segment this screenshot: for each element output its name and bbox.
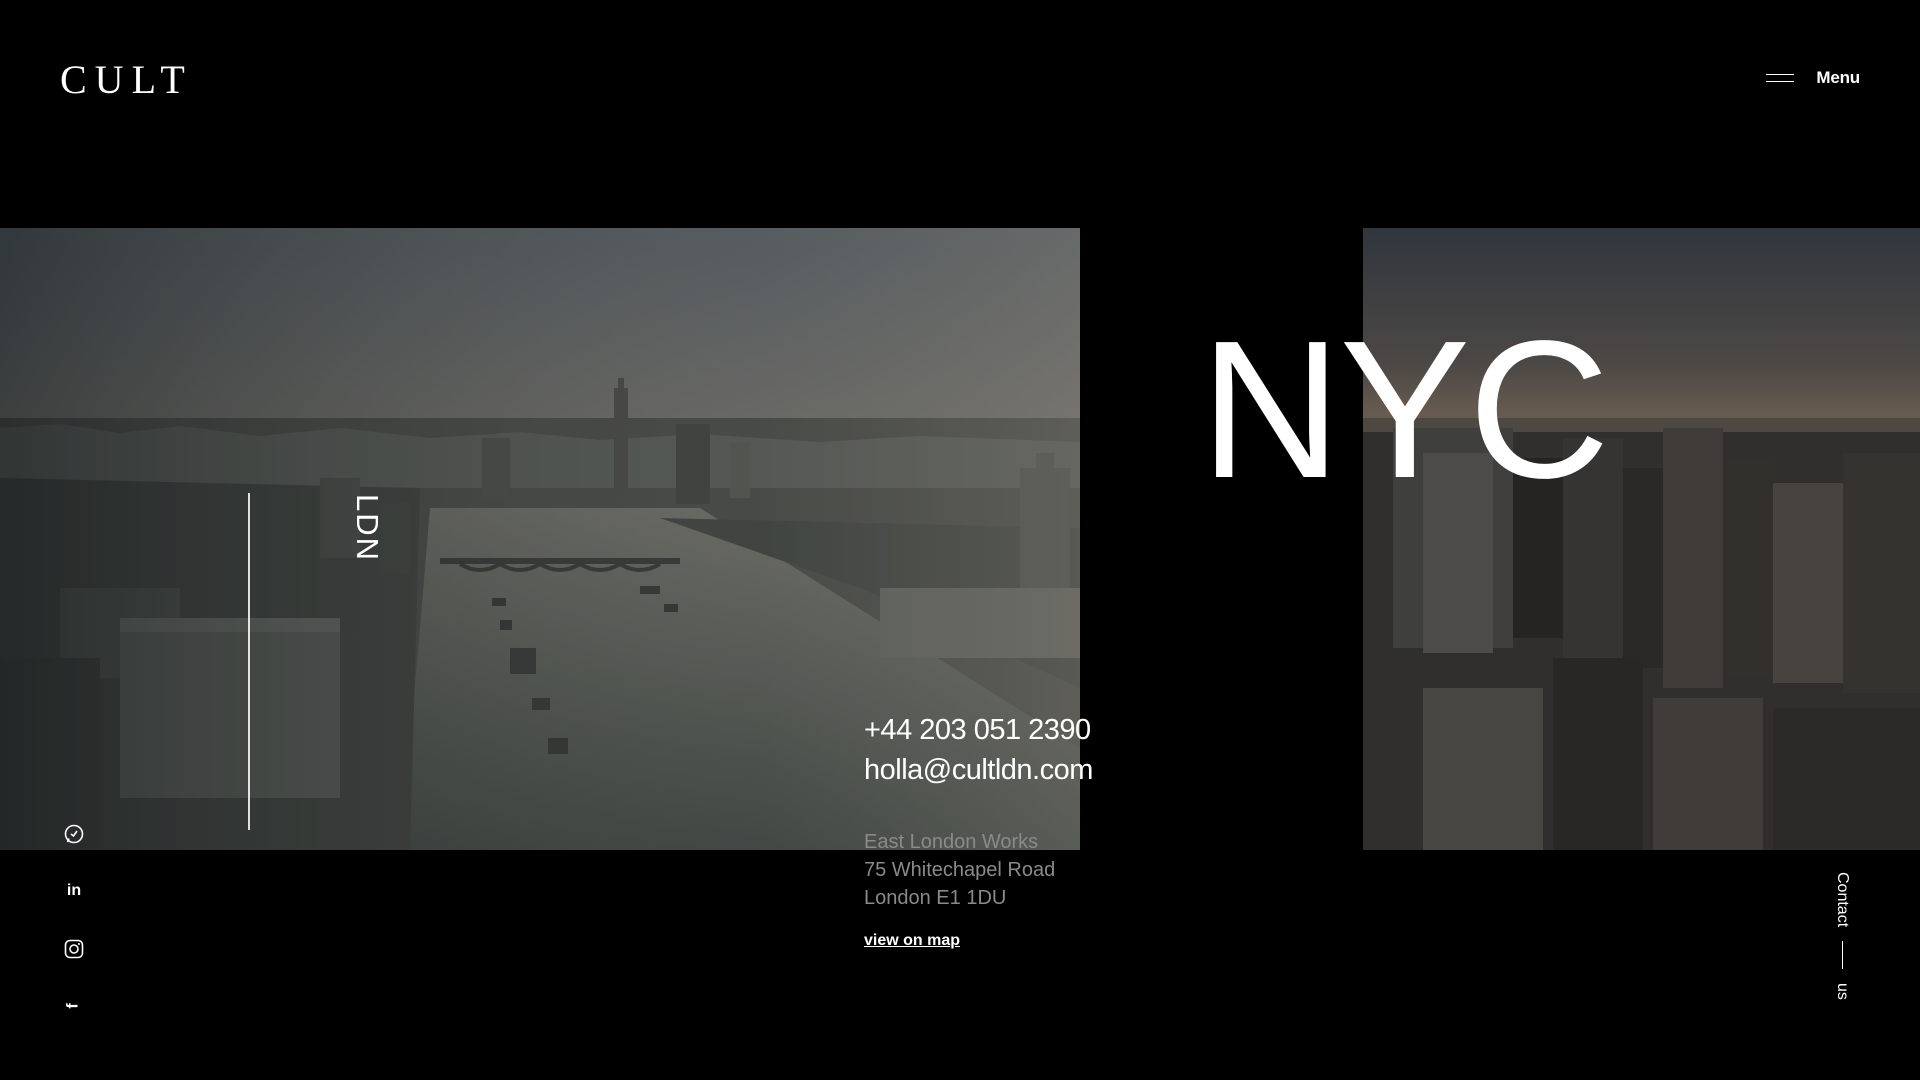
address-line-2: 75 Whitechapel Road [864, 859, 1056, 881]
linkedin-icon[interactable]: in [62, 879, 86, 903]
nyc-title[interactable]: NYC [1200, 312, 1610, 508]
contact-us-divider [1841, 941, 1843, 970]
phone-link[interactable]: +44 203 051 2390 [864, 710, 1093, 750]
instagram-icon[interactable] [62, 937, 86, 961]
facebook-glyph: f [64, 1003, 82, 1009]
cult-logo[interactable]: CULT [60, 60, 193, 100]
linkedin-glyph: in [66, 882, 82, 899]
ldn-label[interactable]: LDN [350, 494, 385, 562]
contact-us-word-2: us [1834, 983, 1851, 1001]
address: East London Works 75 Whitechapel Road Lo… [864, 828, 1093, 912]
ldn-contact-block: +44 203 051 2390 holla@cultldn.com East … [864, 710, 1093, 950]
ldn-divider-line [248, 493, 250, 830]
facebook-icon[interactable]: f [62, 994, 86, 1018]
contact-us-link[interactable]: Contact us [1834, 872, 1851, 1001]
view-on-map-link[interactable]: view on map [864, 932, 960, 950]
hamburger-icon[interactable] [1766, 73, 1795, 83]
address-line-1: East London Works [864, 831, 1039, 853]
address-line-3: London E1 1DU [864, 887, 1007, 909]
whatsapp-icon[interactable] [62, 822, 86, 846]
page: CULT Menu LDN NYC +44 203 051 2390 holla… [0, 0, 1920, 1080]
email-link[interactable]: holla@cultldn.com [864, 750, 1093, 790]
contact-us-word-1: Contact [1834, 872, 1851, 928]
menu-button[interactable]: Menu [1766, 68, 1860, 88]
menu-label[interactable]: Menu [1816, 68, 1860, 88]
